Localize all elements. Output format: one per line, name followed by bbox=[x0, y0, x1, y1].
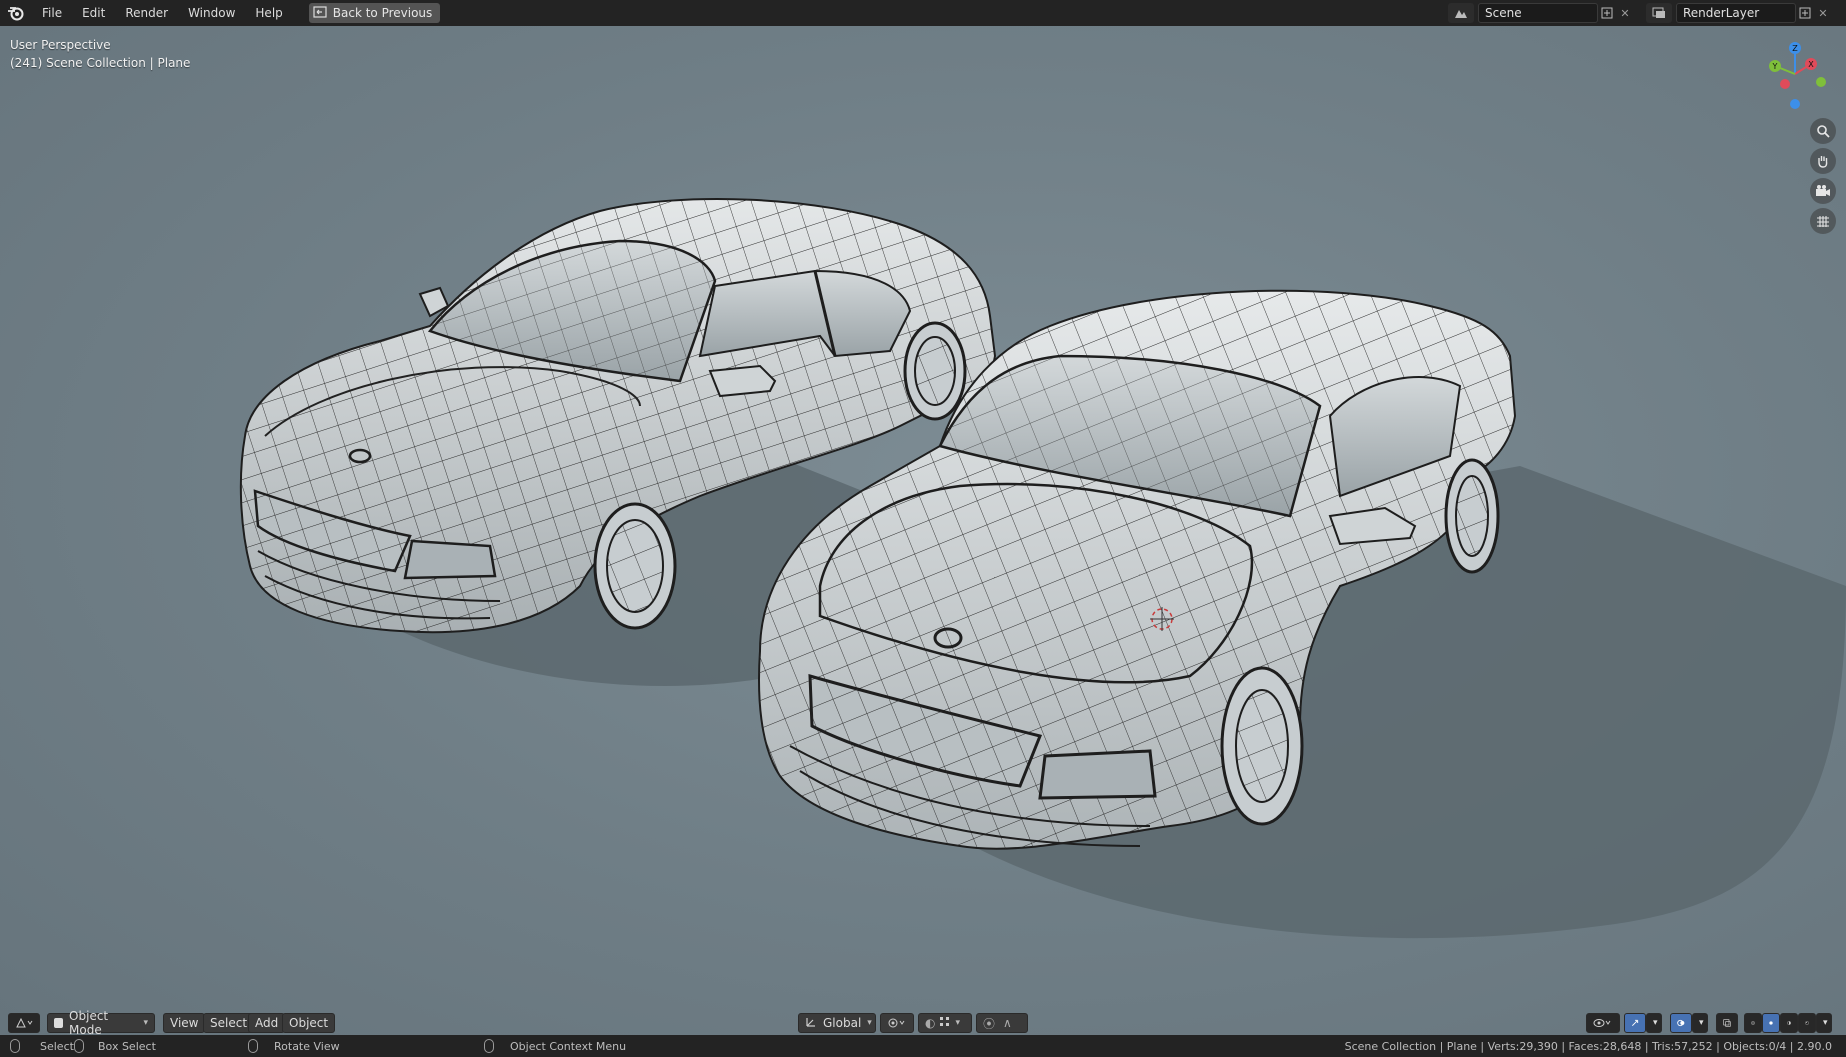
chevron-down-icon: ▾ bbox=[867, 1018, 872, 1028]
chevron-down-icon[interactable]: ▾ bbox=[1692, 1013, 1708, 1033]
status-box-select: Box Select bbox=[74, 1039, 156, 1053]
snap-toggle-icon[interactable]: ◐ bbox=[925, 1016, 935, 1030]
mouse-drag-icon bbox=[74, 1039, 84, 1053]
view-layer-browse-icon[interactable] bbox=[1646, 3, 1672, 23]
chevron-down-icon: ▾ bbox=[955, 1018, 961, 1028]
menu-select[interactable]: Select bbox=[203, 1013, 255, 1033]
scene-selector: Scene ✕ bbox=[1448, 3, 1634, 23]
proportional-editing[interactable]: ⦿ ∧ bbox=[976, 1013, 1028, 1033]
object-mode-icon bbox=[54, 1018, 64, 1028]
menu-object[interactable]: Object bbox=[282, 1013, 336, 1033]
editor-type-icon[interactable] bbox=[8, 1013, 40, 1033]
blender-logo-icon[interactable] bbox=[0, 0, 32, 26]
visibility-icon[interactable] bbox=[1586, 1013, 1620, 1033]
menu-add[interactable]: Add bbox=[248, 1013, 286, 1033]
wireframe-shading-icon[interactable] bbox=[1744, 1013, 1762, 1033]
gizmo-neg-x-axis[interactable] bbox=[1780, 79, 1790, 89]
mouse-left-icon bbox=[10, 1039, 20, 1053]
new-view-layer-icon[interactable] bbox=[1796, 3, 1814, 23]
svg-text:Y: Y bbox=[1772, 62, 1778, 71]
overlays-toggle-icon[interactable] bbox=[1670, 1013, 1692, 1033]
collection-label: (241) Scene Collection | Plane bbox=[10, 56, 191, 70]
camera-view-icon[interactable] bbox=[1810, 178, 1836, 204]
scene-statistics: Scene Collection | Plane | Verts:29,390 … bbox=[1344, 1039, 1832, 1053]
orientation-icon bbox=[805, 1016, 817, 1031]
transform-orientation-dropdown[interactable]: Global ▾ bbox=[798, 1013, 876, 1033]
chevron-down-icon[interactable]: ▾ bbox=[1816, 1013, 1832, 1033]
back-to-previous-label: Back to Previous bbox=[332, 6, 433, 20]
scene-name-field[interactable]: Scene bbox=[1478, 3, 1598, 23]
falloff-icon[interactable]: ∧ bbox=[1003, 1016, 1012, 1030]
snap-increment-icon[interactable] bbox=[939, 1016, 951, 1031]
menu-help[interactable]: Help bbox=[245, 0, 292, 26]
solid-shading-icon[interactable] bbox=[1762, 1013, 1780, 1033]
material-preview-icon[interactable] bbox=[1780, 1013, 1798, 1033]
rendered-shading-icon[interactable] bbox=[1798, 1013, 1816, 1033]
perspective-toggle-icon[interactable] bbox=[1810, 208, 1836, 234]
delete-scene-icon[interactable]: ✕ bbox=[1616, 3, 1634, 23]
pan-hand-icon[interactable] bbox=[1810, 148, 1836, 174]
status-context-menu-label: Object Context Menu bbox=[510, 1039, 627, 1053]
mouse-middle-icon bbox=[248, 1039, 258, 1053]
viewport-info: User Perspective (241) Scene Collection … bbox=[10, 36, 190, 72]
delete-view-layer-icon[interactable]: ✕ bbox=[1814, 3, 1832, 23]
zoom-icon[interactable] bbox=[1810, 118, 1836, 144]
pivot-point-icon[interactable] bbox=[880, 1013, 914, 1033]
navigation-gizmo[interactable]: Z X Y bbox=[1755, 36, 1835, 116]
status-select: Select bbox=[10, 1039, 74, 1053]
menu-render[interactable]: Render bbox=[115, 0, 178, 26]
gizmo-neg-y-axis[interactable] bbox=[1816, 77, 1826, 87]
status-bar: Select Box Select Rotate View Object Con… bbox=[0, 1035, 1846, 1057]
render-layer-field[interactable]: RenderLayer bbox=[1676, 3, 1796, 23]
perspective-label: User Perspective bbox=[10, 38, 111, 52]
3d-viewport[interactable]: User Perspective (241) Scene Collection … bbox=[0, 26, 1846, 1035]
chevron-down-icon[interactable]: ▾ bbox=[1646, 1013, 1662, 1033]
menu-view[interactable]: View bbox=[163, 1013, 206, 1033]
orientation-label: Global bbox=[823, 1016, 862, 1030]
gizmo-neg-z-axis[interactable] bbox=[1790, 99, 1800, 109]
xray-toggle-icon[interactable] bbox=[1716, 1013, 1738, 1033]
menu-file[interactable]: File bbox=[32, 0, 72, 26]
gizmo-toggle-icon[interactable] bbox=[1624, 1013, 1646, 1033]
viewport-header: Object Mode ▾ View Select Add Object Glo… bbox=[0, 1009, 1846, 1037]
back-icon bbox=[313, 5, 327, 21]
status-box-select-label: Box Select bbox=[98, 1039, 156, 1053]
proportional-editing-icon[interactable]: ⦿ bbox=[983, 1015, 995, 1032]
back-to-previous-button[interactable]: Back to Previous bbox=[308, 3, 441, 23]
menu-edit[interactable]: Edit bbox=[72, 0, 115, 26]
status-rotate-view: Rotate View bbox=[248, 1039, 340, 1053]
svg-text:Z: Z bbox=[1792, 44, 1798, 53]
object-mode-label: Object Mode bbox=[69, 1009, 109, 1037]
svg-text:X: X bbox=[1808, 60, 1814, 69]
status-select-label: Select bbox=[40, 1039, 74, 1053]
view-layer-selector: RenderLayer ✕ bbox=[1646, 3, 1832, 23]
snap-controls[interactable]: ◐ ▾ bbox=[918, 1013, 972, 1033]
scene-browse-icon[interactable] bbox=[1448, 3, 1474, 23]
scene-render bbox=[239, 198, 1846, 939]
status-context-menu: Object Context Menu bbox=[484, 1039, 626, 1053]
mouse-right-icon bbox=[484, 1039, 494, 1053]
chevron-down-icon: ▾ bbox=[143, 1018, 148, 1028]
menu-window[interactable]: Window bbox=[178, 0, 245, 26]
status-rotate-view-label: Rotate View bbox=[274, 1039, 340, 1053]
top-bar: File Edit Render Window Help Back to Pre… bbox=[0, 0, 1846, 26]
object-mode-dropdown[interactable]: Object Mode ▾ bbox=[47, 1009, 155, 1037]
new-scene-icon[interactable] bbox=[1598, 3, 1616, 23]
